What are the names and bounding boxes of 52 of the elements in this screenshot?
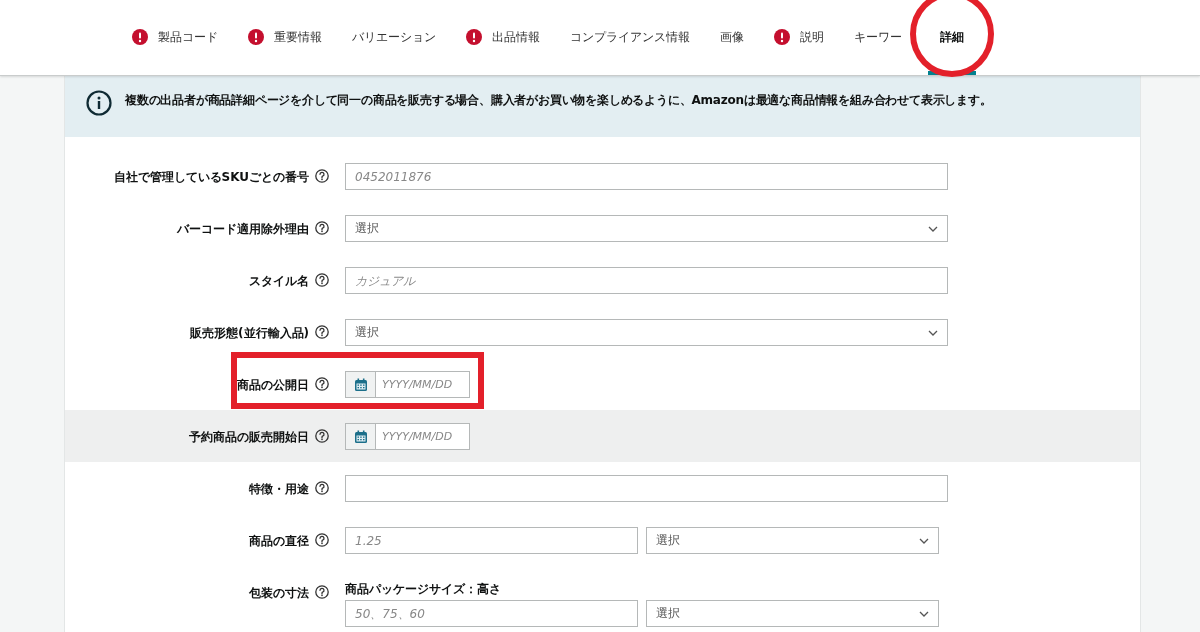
field-label: 商品の公開日 <box>237 377 309 394</box>
input-field[interactable]: 50、75、60 <box>345 600 638 627</box>
calendar-icon <box>353 429 368 444</box>
select-field[interactable]: 選択 <box>345 215 948 242</box>
help-icon[interactable] <box>315 585 329 599</box>
calendar-button[interactable] <box>345 423 376 450</box>
chevron-down-icon <box>928 225 938 232</box>
sublabel: 商品パッケージサイズ：高さ <box>345 581 502 598</box>
tab[interactable]: キーワー <box>850 23 906 75</box>
date-field[interactable]: YYYY/MM/DD <box>376 371 470 398</box>
field-label: 販売形態(並行輸入品) <box>190 325 309 342</box>
field-label: 包装の寸法 <box>249 585 309 602</box>
notice-text: 複数の出品者が商品詳細ページを介して同一の商品を販売する場合、購入者がお買い物を楽しめるように、Amazonは最適な商品情報を組み合わせて表示します。 <box>125 92 992 109</box>
alert-icon <box>132 29 148 45</box>
help-icon[interactable] <box>315 533 329 547</box>
date-field[interactable]: YYYY/MM/DD <box>376 423 470 450</box>
help-icon[interactable] <box>315 221 329 235</box>
info-icon <box>86 90 112 116</box>
field-label: 特徴・用途 <box>249 481 309 498</box>
alert-icon <box>248 29 264 45</box>
tab[interactable]: バリエーション <box>348 23 440 75</box>
calendar-button[interactable] <box>345 371 376 398</box>
help-icon[interactable] <box>315 169 329 183</box>
tab[interactable]: 説明 <box>770 23 828 75</box>
chevron-down-icon <box>928 329 938 336</box>
input-field[interactable]: 0452011876 <box>345 163 948 190</box>
alert-icon <box>774 29 790 45</box>
help-icon[interactable] <box>315 429 329 443</box>
tab[interactable]: コンプライアンス情報 <box>566 23 694 75</box>
tab[interactable]: 画像 <box>716 23 748 75</box>
help-icon[interactable] <box>315 325 329 339</box>
calendar-icon <box>353 377 368 392</box>
field-label: 予約商品の販売開始日 <box>189 429 309 446</box>
tab[interactable]: 出品情報 <box>462 23 544 75</box>
chevron-down-icon <box>919 610 929 617</box>
field-label: バーコード適用除外理由 <box>177 221 309 238</box>
input-field[interactable]: カジュアル <box>345 267 948 294</box>
chevron-down-icon <box>919 537 929 544</box>
field-label: 自社で管理しているSKUごとの番号 <box>113 169 309 186</box>
field-label: スタイル名 <box>249 273 309 290</box>
input-field[interactable] <box>345 475 948 502</box>
input-field[interactable]: 1.25 <box>345 527 638 554</box>
field-label: 商品の直径 <box>249 533 309 550</box>
alert-icon <box>466 29 482 45</box>
help-icon[interactable] <box>315 377 329 391</box>
select-field[interactable]: 選択 <box>646 527 939 554</box>
select-field[interactable]: 選択 <box>646 600 939 627</box>
help-icon[interactable] <box>315 481 329 495</box>
tab[interactable]: 重要情報 <box>244 23 326 75</box>
help-icon[interactable] <box>315 273 329 287</box>
tab[interactable]: 製品コード <box>128 23 222 75</box>
select-field[interactable]: 選択 <box>345 319 948 346</box>
